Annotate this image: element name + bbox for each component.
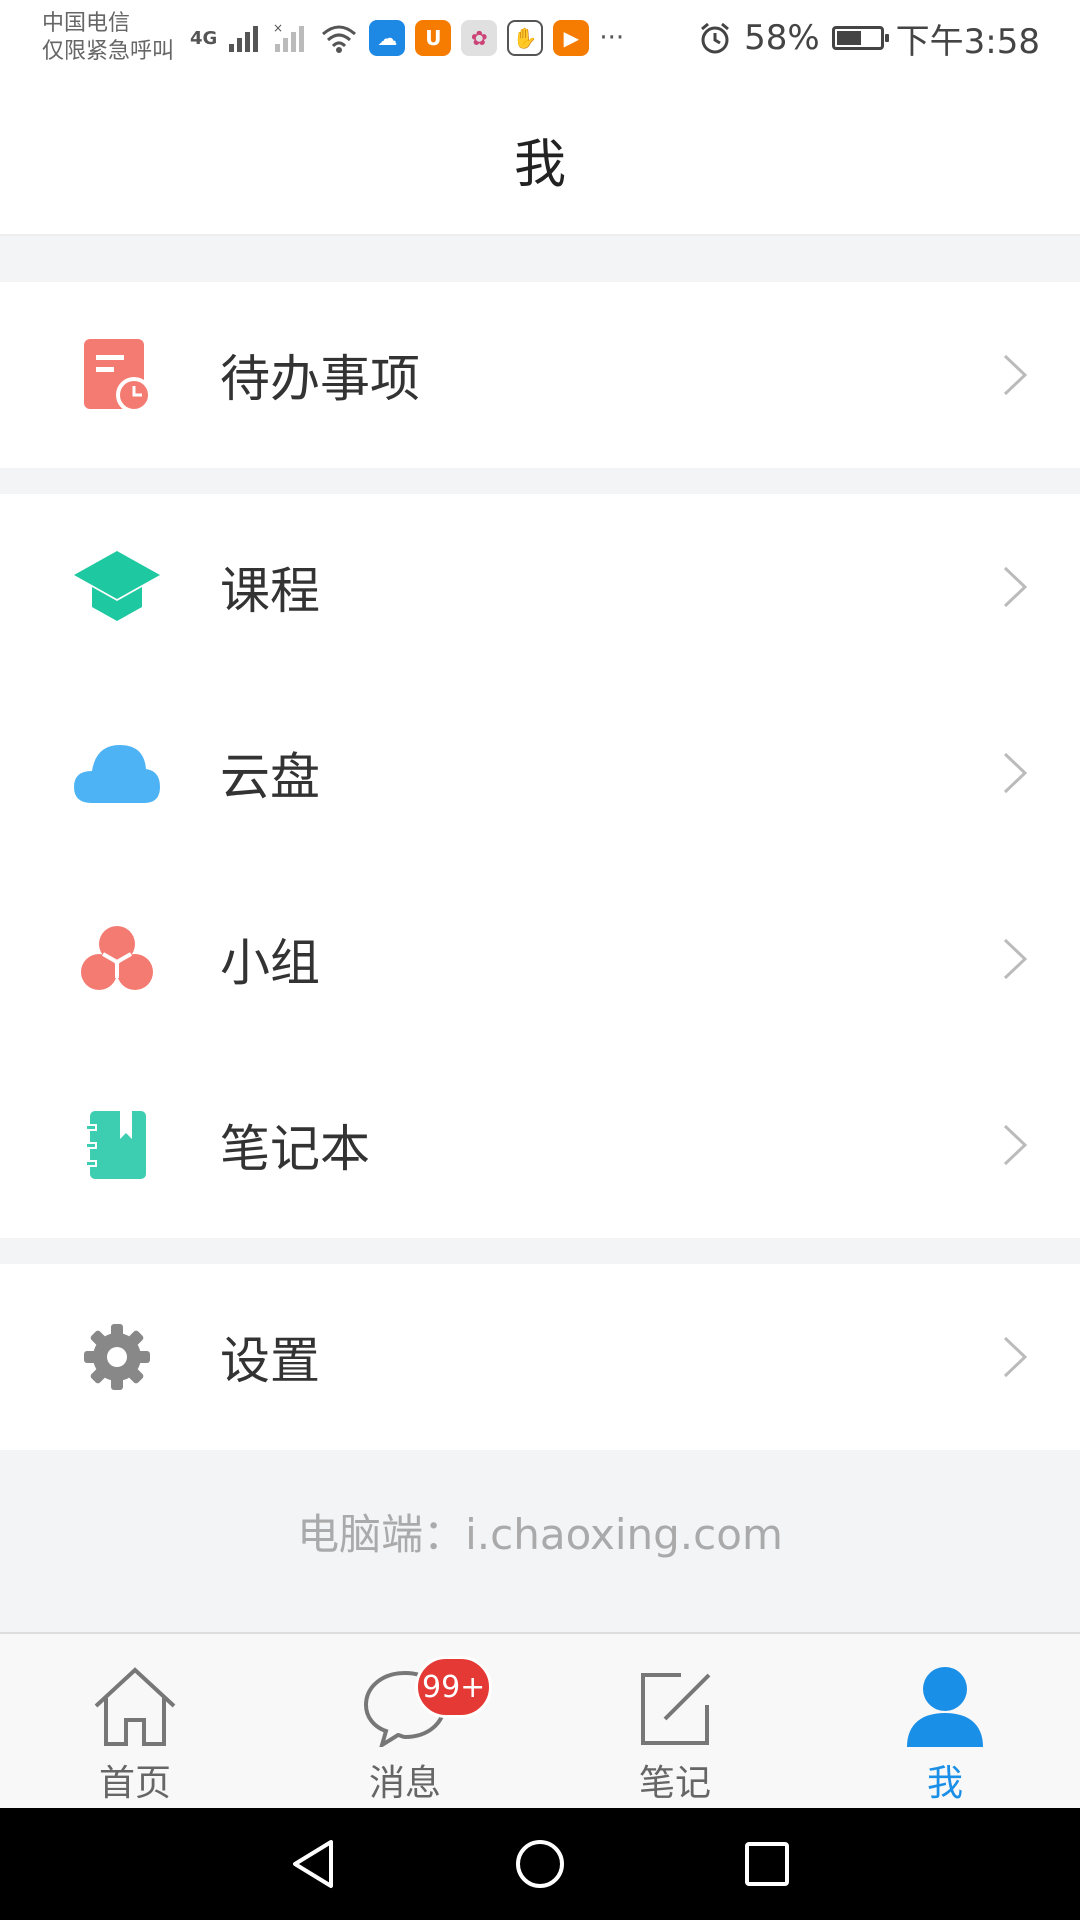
status-right: 58% 下午3:58 bbox=[698, 14, 1040, 62]
chevron-right-icon bbox=[1003, 354, 1028, 396]
group-circles-icon bbox=[72, 914, 162, 1004]
page-header: 我 bbox=[0, 78, 1080, 236]
tab-messages[interactable]: 99+ 消息 bbox=[270, 1634, 540, 1810]
chat-bubble-icon: 99+ bbox=[355, 1656, 493, 1752]
cloud-icon bbox=[72, 728, 162, 818]
menu-item-group[interactable]: 小组 bbox=[0, 866, 1080, 1052]
home-icon bbox=[85, 1662, 185, 1752]
person-icon bbox=[895, 1662, 995, 1752]
status-bar: 中国电信 仅限紧急呼叫 4G × ☁ U ✿ ✋ ▶ ··· 58% 下午3:5… bbox=[0, 0, 1080, 78]
chevron-right-icon bbox=[1003, 938, 1028, 980]
chevron-right-icon bbox=[1003, 566, 1028, 608]
pc-website-note: 电脑端：i.chaoxing.com bbox=[297, 1510, 783, 1559]
tab-label-notes: 笔记 bbox=[638, 1763, 711, 1804]
shield-app-icon: ✋ bbox=[507, 20, 544, 56]
back-icon[interactable] bbox=[289, 1838, 337, 1890]
menu-group-todo: 待办事项 bbox=[0, 282, 1080, 468]
recent-apps-icon[interactable] bbox=[743, 1840, 791, 1888]
menu-label-group: 小组 bbox=[220, 934, 320, 992]
menu-label-todo: 待办事项 bbox=[220, 350, 420, 408]
menu-item-todo[interactable]: 待办事项 bbox=[0, 282, 1080, 468]
todo-clipboard-icon bbox=[72, 330, 162, 420]
tab-me[interactable]: 我 bbox=[810, 1634, 1080, 1810]
menu-group-settings: 设置 bbox=[0, 1264, 1080, 1450]
chevron-right-icon bbox=[1003, 1124, 1028, 1166]
notebook-icon bbox=[72, 1100, 162, 1190]
battery-percent: 58% bbox=[744, 18, 820, 58]
photos-app-icon: ✿ bbox=[461, 20, 498, 56]
battery-icon bbox=[831, 26, 889, 50]
tab-home[interactable]: 首页 bbox=[0, 1634, 270, 1810]
chevron-right-icon bbox=[1003, 752, 1028, 794]
alarm-icon bbox=[701, 22, 730, 54]
uc-browser-icon: U bbox=[415, 20, 452, 56]
tab-label-me: 我 bbox=[926, 1763, 963, 1804]
graduation-cap-icon bbox=[72, 542, 162, 632]
tab-label-messages: 消息 bbox=[368, 1763, 441, 1804]
video-app-icon: ▶ bbox=[553, 20, 590, 56]
signal-no-sim-icon: × bbox=[273, 22, 305, 52]
bottom-tab-bar: 首页 99+ 消息 笔记 我 bbox=[0, 1632, 1080, 1810]
menu-item-course[interactable]: 课程 bbox=[0, 494, 1080, 680]
carrier-info: 中国电信 仅限紧急呼叫 bbox=[42, 10, 174, 66]
menu-item-cloud[interactable]: 云盘 bbox=[0, 680, 1080, 866]
app-notification-icon: ☁ bbox=[369, 20, 406, 56]
svg-text:×: × bbox=[273, 22, 283, 35]
status-icons: 4G × ☁ U ✿ ✋ ▶ ··· bbox=[190, 14, 624, 62]
menu-label-settings: 设置 bbox=[220, 1332, 320, 1390]
tab-label-home: 首页 bbox=[98, 1763, 171, 1804]
menu-label-cloud: 云盘 bbox=[220, 748, 320, 806]
chevron-right-icon bbox=[1003, 1336, 1028, 1378]
home-circle-icon[interactable] bbox=[514, 1838, 566, 1890]
system-navigation-bar bbox=[0, 1808, 1080, 1920]
gear-icon bbox=[72, 1312, 162, 1402]
more-notifications-icon: ··· bbox=[599, 23, 625, 53]
edit-note-icon bbox=[625, 1662, 725, 1752]
wifi-icon bbox=[322, 25, 357, 53]
menu-item-settings[interactable]: 设置 bbox=[0, 1264, 1080, 1450]
carrier-name: 中国电信 bbox=[42, 11, 131, 36]
menu-label-course: 课程 bbox=[220, 562, 320, 620]
signal-icon bbox=[229, 26, 259, 52]
clock: 下午3:58 bbox=[895, 21, 1040, 62]
menu-item-notebook[interactable]: 笔记本 bbox=[0, 1052, 1080, 1238]
menu-label-notebook: 笔记本 bbox=[220, 1120, 370, 1178]
message-count-badge: 99+ bbox=[415, 1656, 493, 1718]
menu-group-main: 课程 云盘 小组 笔记本 bbox=[0, 494, 1080, 1238]
tab-notes[interactable]: 笔记 bbox=[540, 1634, 810, 1810]
network-type: 4G bbox=[190, 27, 218, 49]
carrier-status: 仅限紧急呼叫 bbox=[42, 39, 175, 64]
page-title: 我 bbox=[513, 135, 566, 195]
